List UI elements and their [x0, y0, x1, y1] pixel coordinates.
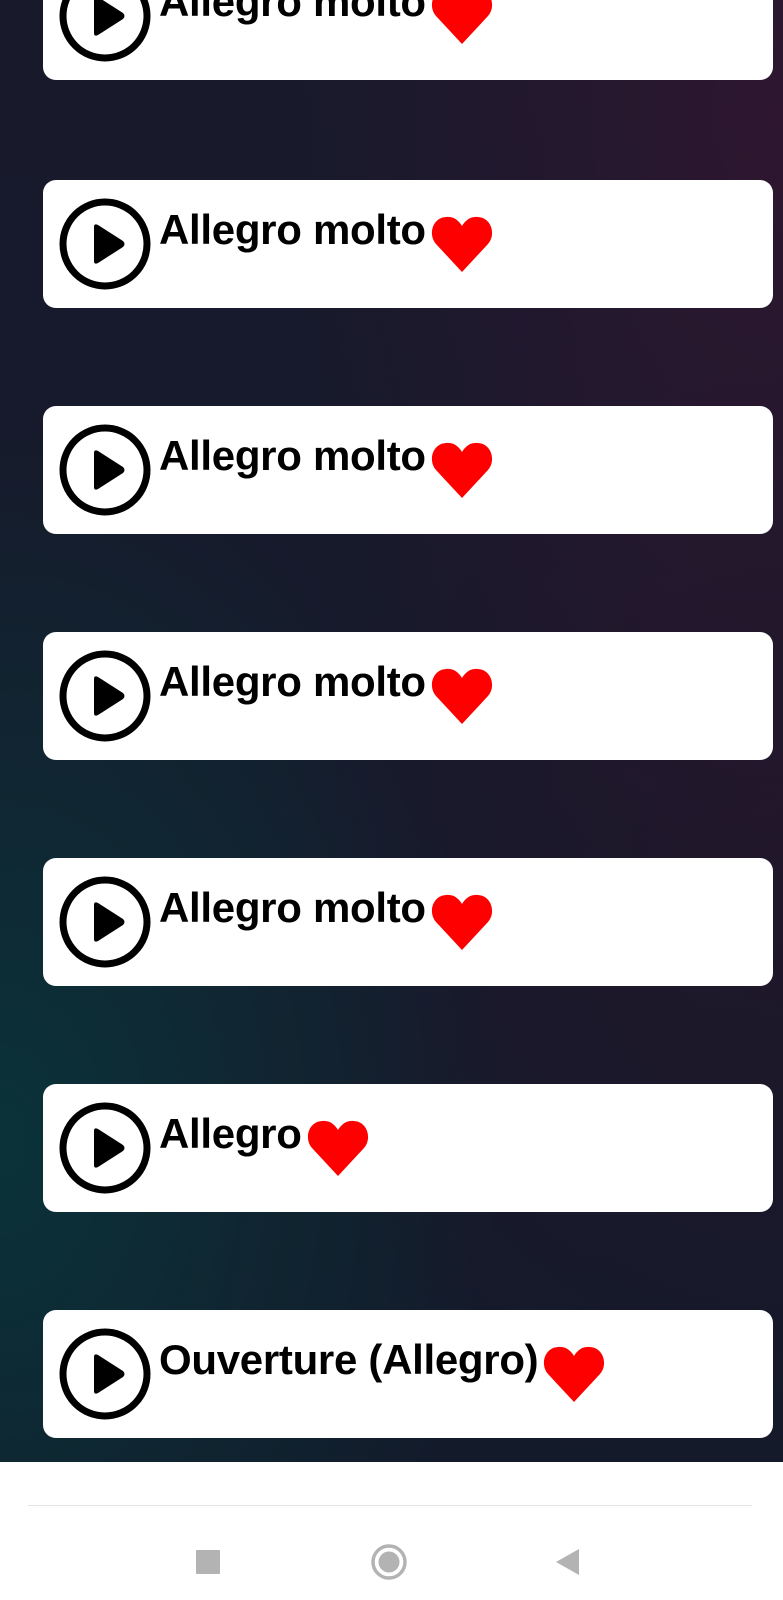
play-circle-icon[interactable]	[57, 874, 153, 970]
track-title: Allegro molto	[159, 0, 426, 25]
heart-icon[interactable]	[430, 666, 494, 726]
divider	[28, 1505, 752, 1506]
track-title: Allegro molto	[159, 206, 426, 253]
play-circle-icon[interactable]	[57, 0, 153, 64]
track-list[interactable]: Allegro molto Allegro molto Allegro molt…	[0, 0, 783, 1462]
track-title: Ouverture (Allegro)	[159, 1336, 539, 1383]
heart-icon[interactable]	[430, 892, 494, 952]
square-icon	[196, 1550, 220, 1574]
track-card[interactable]: Allegro molto	[43, 0, 773, 80]
track-card[interactable]: Allegro molto	[43, 406, 773, 534]
track-card[interactable]: Allegro molto	[43, 180, 773, 308]
back-button[interactable]	[537, 1532, 597, 1592]
heart-icon[interactable]	[542, 1344, 606, 1404]
heart-icon[interactable]	[430, 440, 494, 500]
track-card[interactable]: Ouverture (Allegro)	[43, 1310, 773, 1438]
track-card[interactable]: Allegro molto	[43, 858, 773, 986]
track-card[interactable]: Allegro molto	[43, 632, 773, 760]
play-circle-icon[interactable]	[57, 422, 153, 518]
home-button[interactable]	[359, 1532, 419, 1592]
track-title: Allegro molto	[159, 658, 426, 705]
track-title: Allegro molto	[159, 884, 426, 931]
track-card[interactable]: Allegro	[43, 1084, 773, 1212]
heart-icon[interactable]	[430, 0, 494, 46]
triangle-back-icon	[556, 1549, 579, 1575]
heart-icon[interactable]	[306, 1118, 370, 1178]
play-circle-icon[interactable]	[57, 1326, 153, 1422]
play-circle-icon[interactable]	[57, 648, 153, 744]
recents-button[interactable]	[178, 1532, 238, 1592]
track-title: Allegro molto	[159, 432, 426, 479]
heart-icon[interactable]	[430, 214, 494, 274]
system-navigation-bar	[0, 1462, 783, 1600]
play-circle-icon[interactable]	[57, 196, 153, 292]
circle-icon	[371, 1544, 407, 1580]
play-circle-icon[interactable]	[57, 1100, 153, 1196]
track-title: Allegro	[159, 1110, 302, 1157]
